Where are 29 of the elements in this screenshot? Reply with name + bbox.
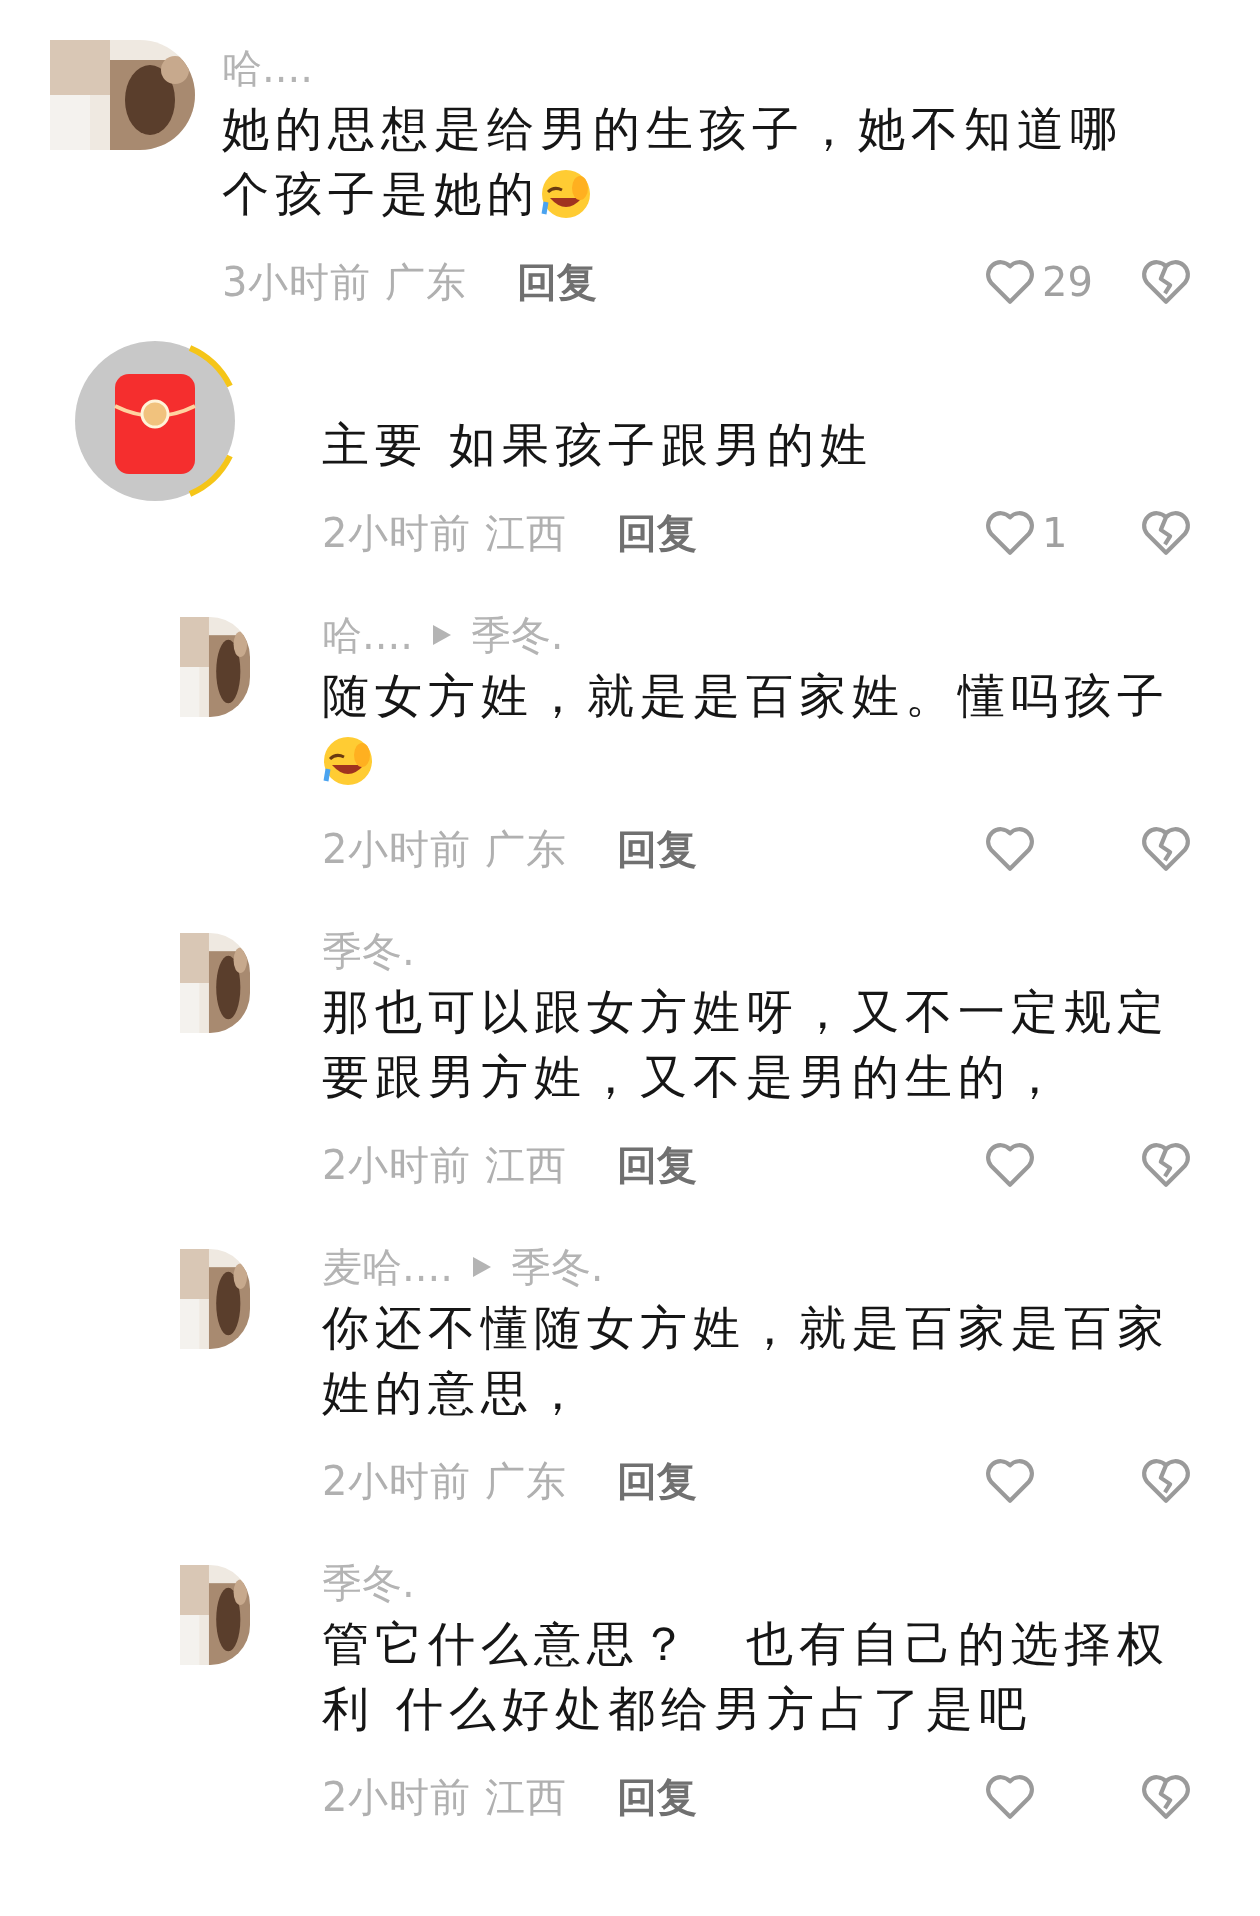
username[interactable]: 哈.... (322, 607, 413, 663)
comment-text: 那也可以跟女方姓呀，又不一定规定要跟男方姓，又不是男的生的， (322, 983, 1171, 1106)
reply-to-username[interactable]: 季冬. (470, 607, 564, 663)
reply-button[interactable]: 回复 (617, 1137, 698, 1193)
username[interactable]: 哈.... (222, 40, 313, 96)
reply-to-username[interactable]: 季冬. (510, 1239, 604, 1295)
comment-text: 主要 如果孩子跟男的姓 (322, 416, 874, 474)
comment-text: 管它什么意思？ 也有自己的选择权利 什么好处都给男方占了是吧 (322, 1615, 1171, 1738)
username[interactable]: 季冬. (322, 1555, 415, 1611)
like-count: 1 (1042, 510, 1068, 556)
timestamp-location: 2小时前 广东 (322, 1456, 568, 1506)
reply-button[interactable]: 回复 (517, 254, 598, 310)
timestamp-location: 3小时前 广东 (222, 257, 468, 307)
reply-button[interactable]: 回复 (617, 505, 698, 561)
timestamp-location: 2小时前 广东 (322, 824, 568, 874)
reply-button[interactable]: 回复 (617, 821, 698, 877)
reply-button[interactable]: 回复 (617, 1769, 698, 1825)
reply-button[interactable]: 回复 (617, 1453, 698, 1509)
comment-text: 随女方姓，就是是百家姓。懂吗孩子 (322, 663, 1192, 793)
username[interactable]: 麦哈.... (322, 1239, 453, 1295)
timestamp-location: 2小时前 江西 (322, 508, 568, 558)
comment-text: 你还不懂随女方姓，就是百家是百家姓的意思， (322, 1299, 1171, 1422)
reply-arrow-icon (470, 1255, 493, 1279)
timestamp-location: 2小时前 江西 (322, 1140, 568, 1190)
reply-arrow-icon (430, 623, 453, 647)
like-count: 29 (1042, 259, 1093, 305)
comment-text: 她的思想是给男的生孩子，她不知道哪个孩子是她的 (222, 100, 1124, 223)
username[interactable]: 季冬. (322, 923, 415, 979)
timestamp-location: 2小时前 江西 (322, 1772, 568, 1822)
